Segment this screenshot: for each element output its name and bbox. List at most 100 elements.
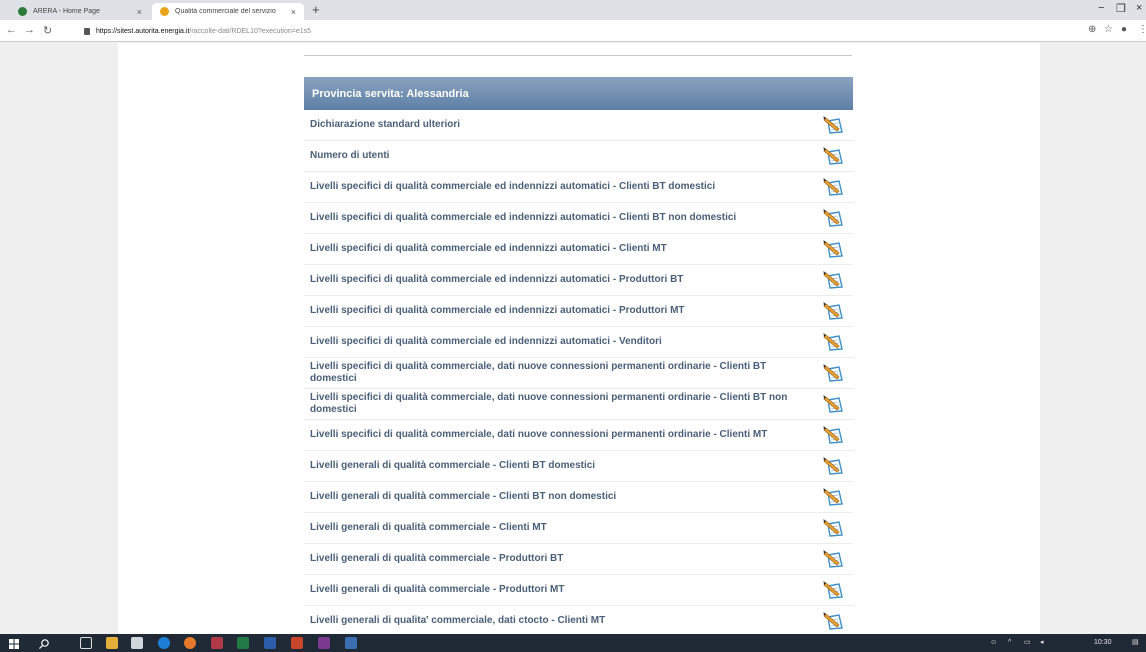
- page-content: Provincia servita: Alessandria Dichiaraz…: [118, 43, 1040, 634]
- edge-icon[interactable]: [158, 637, 170, 649]
- table-row[interactable]: Livelli generali di qualità commerciale …: [304, 482, 853, 513]
- edit-form-icon[interactable]: [823, 549, 847, 569]
- arera-favicon-icon: [18, 7, 27, 16]
- word-icon[interactable]: [264, 637, 276, 649]
- edit-form-icon[interactable]: [823, 115, 847, 135]
- tab-close-icon[interactable]: ×: [137, 7, 142, 17]
- edit-form-icon[interactable]: [823, 518, 847, 538]
- row-label-link[interactable]: Livelli generali di qualità commerciale …: [304, 522, 823, 534]
- row-label-link[interactable]: Numero di utenti: [304, 150, 823, 162]
- tab-close-icon[interactable]: ×: [291, 7, 296, 17]
- powerpoint-icon[interactable]: [291, 637, 303, 649]
- people-icon[interactable]: ☺: [990, 639, 997, 646]
- table-rows: Dichiarazione standard ulteriori Numero d…: [304, 110, 853, 634]
- browser-tab-strip: ARERA - Home Page × Qualità commerciale …: [0, 0, 1146, 20]
- row-label-link[interactable]: Livelli specifici di qualità commerciale…: [304, 212, 823, 224]
- table-row[interactable]: Livelli specifici di qualità commerciale…: [304, 358, 853, 389]
- tab-arera-home[interactable]: ARERA - Home Page ×: [10, 3, 150, 20]
- table-row[interactable]: Livelli specifici di qualità commerciale…: [304, 265, 853, 296]
- address-bar[interactable]: https://sitest.autorita.energia.it /racc…: [78, 23, 1038, 39]
- table-row[interactable]: Livelli specifici di qualità commerciale…: [304, 296, 853, 327]
- table-row[interactable]: Livelli specifici di qualità commerciale…: [304, 389, 853, 420]
- row-label-link[interactable]: Livelli generali di qualità commerciale …: [304, 553, 823, 565]
- reload-icon[interactable]: ↻: [43, 24, 52, 37]
- store-icon[interactable]: [131, 637, 143, 649]
- edit-form-icon[interactable]: [823, 394, 847, 414]
- back-arrow-icon[interactable]: ←: [6, 24, 17, 36]
- profile-icon[interactable]: ●: [1121, 24, 1127, 35]
- edit-form-icon[interactable]: [823, 239, 847, 259]
- windows-taskbar: ☺ ^ ▭ ◂ 10:30 ▤: [0, 634, 1146, 652]
- table-row[interactable]: Livelli specifici di qualità commerciale…: [304, 327, 853, 358]
- table-row[interactable]: Livelli generali di qualità commerciale …: [304, 544, 853, 575]
- row-label-link[interactable]: Livelli specifici di qualità commerciale…: [304, 305, 823, 317]
- tab-title: Qualità commerciale del servizio: [175, 8, 276, 15]
- edit-form-icon[interactable]: [823, 363, 847, 383]
- row-label-link[interactable]: Livelli specifici di qualità commerciale…: [304, 336, 823, 348]
- task-view-icon[interactable]: [80, 637, 92, 649]
- row-label-link[interactable]: Livelli generali di qualità commerciale …: [304, 460, 823, 472]
- page-viewport: Provincia servita: Alessandria Dichiaraz…: [0, 43, 1146, 634]
- url-host: https://sitest.autorita.energia.it: [96, 27, 190, 35]
- clock-time[interactable]: 10:30: [1094, 639, 1112, 646]
- row-label-link[interactable]: Livelli generali di qualità commerciale …: [304, 491, 823, 503]
- table-row[interactable]: Livelli generali di qualità commerciale …: [304, 513, 853, 544]
- project-icon[interactable]: [318, 637, 330, 649]
- forward-arrow-icon[interactable]: →: [24, 24, 35, 36]
- table-row[interactable]: Livelli generali di qualità commerciale …: [304, 575, 853, 606]
- chrome-icon[interactable]: [184, 637, 196, 649]
- table-row[interactable]: Numero di utenti: [304, 141, 853, 172]
- edit-form-icon[interactable]: [823, 208, 847, 228]
- maximize-icon[interactable]: ❐: [1116, 2, 1126, 15]
- table-row[interactable]: Dichiarazione standard ulteriori: [304, 110, 853, 141]
- outlook-icon[interactable]: [345, 637, 357, 649]
- edit-form-icon[interactable]: [823, 270, 847, 290]
- row-label-link[interactable]: Livelli generali di qualita' commerciale…: [304, 615, 823, 627]
- volume-icon[interactable]: ◂: [1040, 639, 1044, 646]
- edit-form-icon[interactable]: [823, 177, 847, 197]
- edit-form-icon[interactable]: [823, 611, 847, 631]
- edit-form-icon[interactable]: [823, 332, 847, 352]
- bookmark-star-icon[interactable]: ☆: [1104, 24, 1113, 35]
- windows-start-icon[interactable]: [8, 637, 20, 649]
- table-row[interactable]: Livelli generali di qualità commerciale …: [304, 451, 853, 482]
- edit-form-icon[interactable]: [823, 456, 847, 476]
- table-row[interactable]: Livelli specifici di qualità commerciale…: [304, 234, 853, 265]
- row-label-link[interactable]: Dichiarazione standard ulteriori: [304, 119, 823, 131]
- notification-icon[interactable]: ▤: [1132, 639, 1139, 646]
- edit-form-icon[interactable]: [823, 580, 847, 600]
- row-label-link[interactable]: Livelli specifici di qualità commerciale…: [304, 392, 823, 416]
- zoom-icon[interactable]: ⊕: [1088, 24, 1096, 35]
- tab-title: ARERA - Home Page: [33, 8, 100, 15]
- network-icon[interactable]: ▭: [1024, 639, 1031, 646]
- row-label-link[interactable]: Livelli specifici di qualità commerciale…: [304, 429, 823, 441]
- row-label-link[interactable]: Livelli specifici di qualità commerciale…: [304, 181, 823, 193]
- edit-form-icon[interactable]: [823, 146, 847, 166]
- tray-chevron-icon[interactable]: ^: [1008, 639, 1011, 646]
- excel-icon[interactable]: [237, 637, 249, 649]
- access-icon[interactable]: [211, 637, 223, 649]
- lock-icon: [84, 27, 90, 35]
- row-label-link[interactable]: Livelli generali di qualità commerciale …: [304, 584, 823, 596]
- edit-form-icon[interactable]: [823, 487, 847, 507]
- row-label-link[interactable]: Livelli specifici di qualità commerciale…: [304, 243, 823, 255]
- row-label-link[interactable]: Livelli specifici di qualità commerciale…: [304, 361, 823, 385]
- table-row[interactable]: Livelli specifici di qualità commerciale…: [304, 172, 853, 203]
- search-icon[interactable]: [38, 637, 50, 649]
- browser-toolbar: ← → ↻ https://sitest.autorita.energia.it…: [0, 20, 1146, 42]
- file-explorer-icon[interactable]: [106, 637, 118, 649]
- new-tab-button[interactable]: +: [312, 2, 320, 17]
- table-row[interactable]: Livelli generali di qualita' commerciale…: [304, 606, 853, 634]
- table-row[interactable]: Livelli specifici di qualità commerciale…: [304, 420, 853, 451]
- menu-kebab-icon[interactable]: ⋮: [1138, 24, 1146, 35]
- close-window-icon[interactable]: ×: [1136, 2, 1142, 14]
- tab-qualita-commerciale[interactable]: Qualità commerciale del servizio ×: [152, 3, 304, 20]
- divider: [304, 55, 852, 56]
- row-label-link[interactable]: Livelli specifici di qualità commerciale…: [304, 274, 823, 286]
- edit-form-icon[interactable]: [823, 301, 847, 321]
- minimize-icon[interactable]: −: [1098, 2, 1104, 14]
- table-row[interactable]: Livelli specifici di qualità commerciale…: [304, 203, 853, 234]
- survey-table: Provincia servita: Alessandria Dichiaraz…: [304, 77, 853, 634]
- edit-form-icon[interactable]: [823, 425, 847, 445]
- page-favicon-icon: [160, 7, 169, 16]
